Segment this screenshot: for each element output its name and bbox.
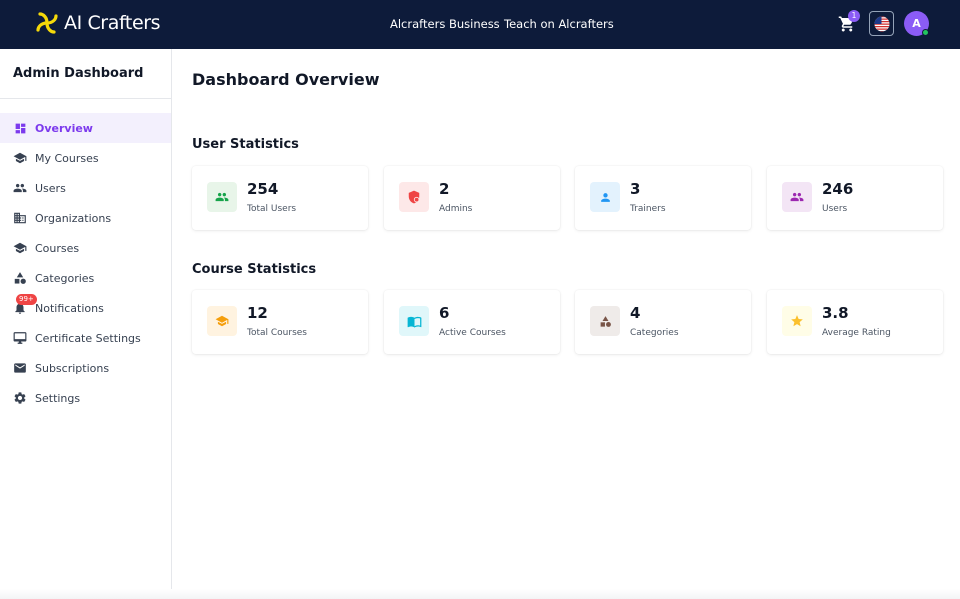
online-status-dot <box>922 29 929 36</box>
stat-value: 6 <box>439 304 450 322</box>
sidebar-item-label: Categories <box>35 271 95 285</box>
person-icon <box>590 182 620 212</box>
users-icon <box>13 181 27 195</box>
stat-value: 3.8 <box>822 304 849 322</box>
sidebar-item-label: Notifications <box>35 301 104 315</box>
sidebar-item-categories[interactable]: Categories <box>0 263 171 293</box>
nav-link-teach[interactable]: Teach on Alcrafters <box>504 17 614 31</box>
stat-label: Total Users <box>247 204 297 214</box>
us-flag-icon <box>874 16 889 31</box>
sidebar-item-label: My Courses <box>35 151 99 165</box>
shield-icon <box>399 182 429 212</box>
stat-value: 2 <box>439 180 450 198</box>
stat-card-total-courses: 12 Total Courses <box>192 290 368 354</box>
sidebar-item-subscriptions[interactable]: Subscriptions <box>0 353 171 383</box>
sidebar-item-settings[interactable]: Settings <box>0 383 171 413</box>
book-icon <box>399 306 429 336</box>
sidebar-item-overview[interactable]: Overview <box>0 113 171 143</box>
course-statistics-heading: Course Statistics <box>192 262 317 277</box>
shapes-icon <box>13 271 27 285</box>
shapes-icon <box>590 306 620 336</box>
graduation-cap-icon <box>207 306 237 336</box>
logo-icon <box>36 12 58 34</box>
star-icon <box>782 306 812 336</box>
cart-count-badge: 1 <box>848 10 860 22</box>
sidebar-item-label: Overview <box>35 121 93 135</box>
users-icon <box>782 182 812 212</box>
graduation-cap-icon <box>13 241 27 255</box>
top-navbar: AI Crafters Alcrafters Business Teach on… <box>0 0 960 49</box>
stat-label: Categories <box>630 328 679 338</box>
sidebar-item-label: Settings <box>35 391 81 405</box>
sidebar-title: Admin Dashboard <box>13 66 144 81</box>
stat-card-active-courses: 6 Active Courses <box>384 290 560 354</box>
language-button[interactable] <box>869 11 894 36</box>
sidebar-item-certificate-settings[interactable]: Certificate Settings <box>0 323 171 353</box>
stat-label: Average Rating <box>822 328 891 338</box>
stat-value: 254 <box>247 180 279 198</box>
stat-label: Trainers <box>630 204 666 214</box>
dashboard-icon <box>13 121 27 135</box>
mail-icon <box>13 361 27 375</box>
stat-value: 12 <box>247 304 268 322</box>
brand-logo[interactable]: AI Crafters <box>33 9 161 37</box>
stat-label: Users <box>822 204 848 214</box>
sidebar-item-courses[interactable]: Courses <box>0 233 171 263</box>
sidebar-item-label: Organizations <box>35 211 112 225</box>
user-statistics-heading: User Statistics <box>192 137 299 152</box>
stat-label: Active Courses <box>439 328 506 338</box>
stat-value: 246 <box>822 180 854 198</box>
notification-count-badge: 99+ <box>16 294 37 305</box>
sidebar-item-label: Certificate Settings <box>35 331 141 345</box>
sidebar-item-users[interactable]: Users <box>0 173 171 203</box>
stat-card-users: 246 Users <box>767 166 943 230</box>
nav-link-business[interactable]: Alcrafters Business <box>390 17 500 31</box>
stat-card-categories: 4 Categories <box>575 290 751 354</box>
building-icon <box>13 211 27 225</box>
monitor-icon <box>13 331 27 345</box>
users-icon <box>207 182 237 212</box>
stat-label: Total Courses <box>247 328 307 338</box>
sidebar-divider <box>0 98 171 99</box>
stat-card-total-users: 254 Total Users <box>192 166 368 230</box>
graduation-cap-icon <box>13 151 27 165</box>
stat-label: Admins <box>439 204 473 214</box>
page-title: Dashboard Overview <box>192 70 380 89</box>
sidebar-item-label: Courses <box>35 241 80 255</box>
sidebar-item-my-courses[interactable]: My Courses <box>0 143 171 173</box>
sidebar-item-label: Users <box>35 181 66 195</box>
stat-card-average-rating: 3.8 Average Rating <box>767 290 943 354</box>
sidebar: Admin Dashboard Overview My Courses User… <box>0 49 172 599</box>
stat-card-trainers: 3 Trainers <box>575 166 751 230</box>
bottom-shadow <box>0 589 960 599</box>
sidebar-item-label: Subscriptions <box>35 361 110 375</box>
main-content: Dashboard Overview User Statistics 254 T… <box>172 49 960 599</box>
brand-name: AI Crafters <box>64 12 161 34</box>
gear-icon <box>13 391 27 405</box>
stat-value: 4 <box>630 304 641 322</box>
sidebar-item-organizations[interactable]: Organizations <box>0 203 171 233</box>
stat-card-admins: 2 Admins <box>384 166 560 230</box>
stat-value: 3 <box>630 180 641 198</box>
